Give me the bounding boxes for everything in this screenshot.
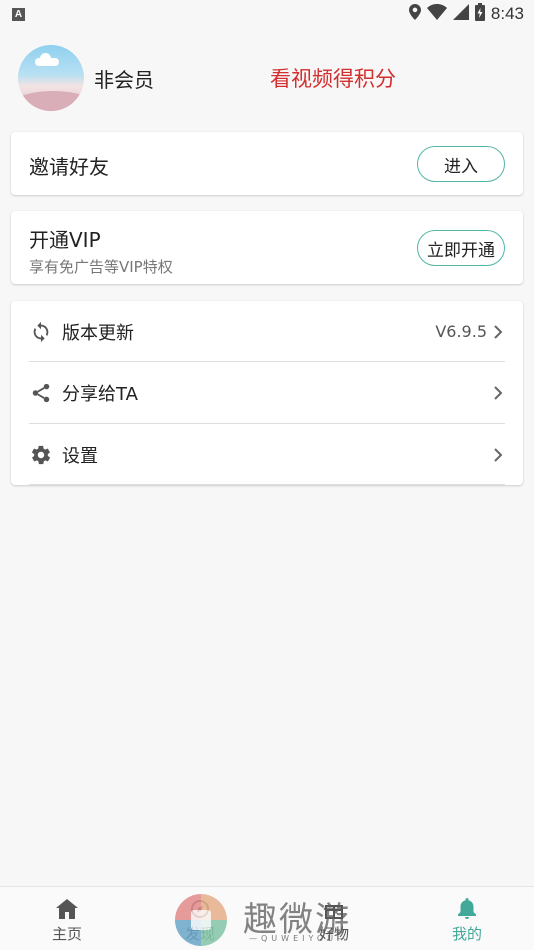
vip-card: 开通VIP 享有免广告等VIP特权 立即开通 bbox=[11, 211, 523, 284]
chevron-right-icon bbox=[493, 385, 505, 401]
gift-icon bbox=[322, 897, 346, 921]
home-icon bbox=[55, 897, 79, 921]
status-bar: A 8:43 bbox=[0, 0, 534, 28]
vip-subtitle: 享有免广告等VIP特权 bbox=[29, 258, 173, 276]
battery-icon bbox=[474, 3, 485, 25]
location-icon bbox=[408, 4, 421, 24]
nav-mine-label: 我的 bbox=[451, 925, 482, 943]
signal-icon bbox=[452, 4, 469, 24]
version-update-row[interactable]: 版本更新 V6.9.5 bbox=[29, 301, 505, 362]
settings-row[interactable]: 设置 bbox=[29, 424, 505, 485]
status-time: 8:43 bbox=[490, 4, 524, 23]
chevron-right-icon bbox=[493, 447, 505, 463]
share-label: 分享给TA bbox=[62, 383, 138, 405]
gear-icon bbox=[29, 443, 53, 467]
nav-discover-label: 发现 bbox=[184, 925, 215, 943]
open-vip-button[interactable]: 立即开通 bbox=[417, 230, 505, 266]
divider bbox=[29, 484, 505, 485]
profile-header: 非会员 看视频得积分 bbox=[18, 44, 518, 112]
bottom-navigation: 主页 发现 好物 我的 bbox=[0, 886, 534, 950]
notification-icon: A bbox=[12, 7, 25, 21]
version-update-label: 版本更新 bbox=[62, 322, 134, 344]
bell-icon bbox=[455, 897, 479, 921]
avatar[interactable] bbox=[18, 45, 84, 111]
share-icon bbox=[29, 381, 53, 405]
nav-home[interactable]: 主页 bbox=[27, 897, 107, 944]
chevron-right-icon bbox=[493, 324, 505, 340]
watch-video-points-link[interactable]: 看视频得积分 bbox=[270, 63, 396, 93]
nav-goods-label: 好物 bbox=[318, 925, 349, 943]
nav-discover[interactable]: 发现 bbox=[160, 897, 240, 944]
discover-icon bbox=[188, 897, 212, 921]
refresh-icon bbox=[29, 320, 53, 344]
vip-title: 开通VIP bbox=[29, 228, 101, 252]
version-number: V6.9.5 bbox=[435, 322, 487, 341]
nav-home-label: 主页 bbox=[51, 925, 82, 943]
invite-friends-title: 邀请好友 bbox=[29, 155, 109, 179]
member-status: 非会员 bbox=[94, 67, 154, 92]
share-row[interactable]: 分享给TA bbox=[29, 362, 505, 423]
nav-mine[interactable]: 我的 bbox=[427, 897, 507, 944]
invite-friends-card: 邀请好友 进入 bbox=[11, 132, 523, 195]
wifi-icon bbox=[426, 4, 447, 24]
invite-enter-button[interactable]: 进入 bbox=[417, 146, 505, 182]
settings-menu-card: 版本更新 V6.9.5 分享给TA 设置 bbox=[11, 301, 523, 485]
settings-label: 设置 bbox=[62, 445, 98, 467]
nav-goods[interactable]: 好物 bbox=[294, 897, 374, 944]
